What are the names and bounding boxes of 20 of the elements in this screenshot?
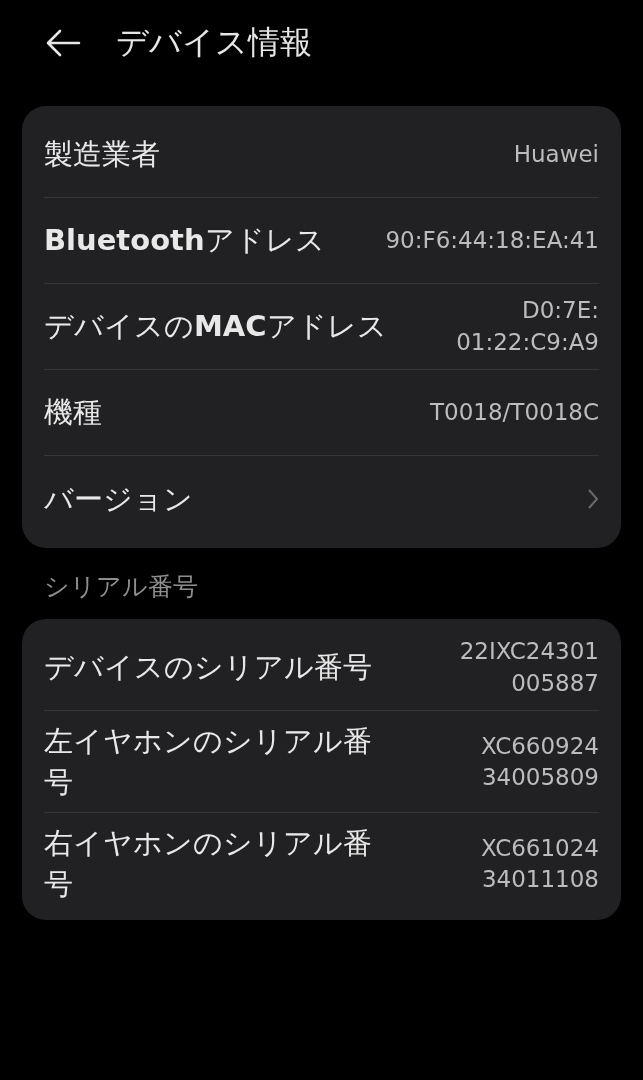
row-value: 90:F6:44:18:EA:41 [385,225,599,255]
row-value: Huawei [513,139,599,169]
row-value: T0018/T0018C [430,397,599,427]
row-label: デバイスのシリアル番号 [44,649,372,687]
row-label: 左イヤホンのシリアル番号 [44,723,373,801]
row-value: XC660924 34005809 [481,731,599,792]
row-label: デバイスのMACアドレス [44,308,387,346]
row-label: バージョン [44,480,193,518]
page-title: デバイス情報 [116,22,312,63]
row-label: 右イヤホンのシリアル番号 [44,825,373,903]
row-label: Bluetoothアドレス [44,222,325,260]
section-title: シリアル番号 [43,571,199,603]
row-label: 機種 [44,394,102,432]
row-label: 製造業者 [44,136,160,174]
chevron-right-icon [587,488,599,510]
row-value: 22IXC24301 005887 [459,637,599,698]
back-arrow-icon [45,29,81,57]
version-row[interactable]: バージョン [44,456,599,542]
row-value: XC661024 34011108 [481,833,599,894]
row-value: D0:7E: 01:22:C9:A9 [456,296,599,357]
